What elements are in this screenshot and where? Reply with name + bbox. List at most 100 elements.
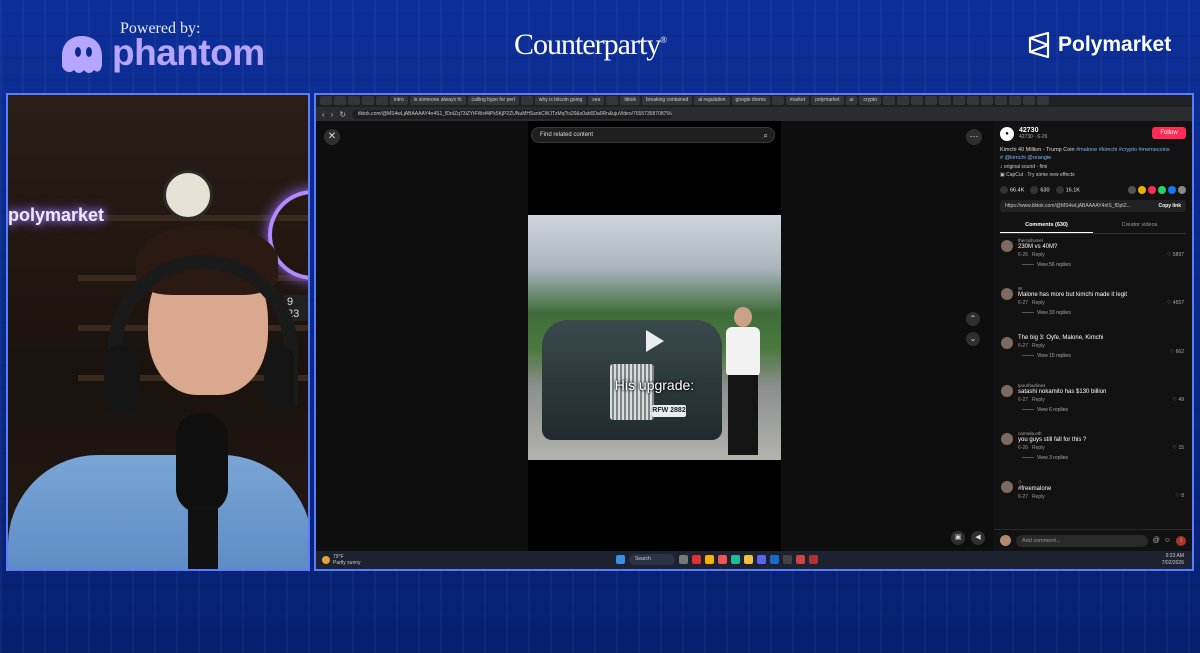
search-icon[interactable]: ⌕: [764, 129, 768, 143]
mention-icon[interactable]: @: [1153, 537, 1160, 544]
app-icon[interactable]: [809, 555, 818, 564]
whatsapp-icon[interactable]: [1158, 186, 1166, 194]
search-input[interactable]: Find related content ⌕: [531, 127, 775, 143]
browser-tab[interactable]: [376, 96, 388, 105]
tab-comments[interactable]: Comments (630): [1000, 218, 1093, 233]
browser-tab[interactable]: [981, 96, 994, 105]
copy-link-button[interactable]: Copy link: [1153, 203, 1186, 209]
edge-icon[interactable]: [731, 555, 740, 564]
embed-icon[interactable]: [1128, 186, 1136, 194]
reply-button[interactable]: Reply: [1032, 300, 1045, 306]
comment-likes[interactable]: ♡ 5897: [1167, 252, 1184, 258]
author-name[interactable]: 42730: [1019, 127, 1047, 134]
browser-tab[interactable]: market: [785, 96, 810, 105]
browser-tab[interactable]: [334, 96, 346, 105]
volume-icon[interactable]: ◀: [971, 531, 985, 545]
commenter-avatar[interactable]: [1001, 481, 1013, 493]
comment-button[interactable]: 630: [1030, 186, 1050, 194]
browser-tab[interactable]: [348, 96, 360, 105]
capcut-link[interactable]: ▣ CapCut · Try some new effects: [1000, 172, 1186, 178]
share-icon[interactable]: [1138, 186, 1146, 194]
browser-tab[interactable]: [939, 96, 952, 105]
previous-video-icon[interactable]: ⌃: [966, 312, 980, 326]
browser-tab[interactable]: calling bypo for perl: [467, 96, 519, 105]
tab-creator-videos[interactable]: Creator videos: [1093, 218, 1186, 233]
browser-tab[interactable]: [897, 96, 910, 105]
reply-button[interactable]: Reply: [1032, 343, 1045, 349]
miniplayer-icon[interactable]: ▣: [951, 531, 965, 545]
browser-tab[interactable]: [520, 96, 533, 105]
forward-arrow-icon[interactable]: ›: [331, 110, 334, 119]
browser-tab[interactable]: [1023, 96, 1036, 105]
browser-tab[interactable]: polymarket: [811, 96, 844, 105]
chrome-icon[interactable]: [705, 555, 714, 564]
browser-tab[interactable]: [925, 96, 938, 105]
taskbar-search[interactable]: Search: [629, 554, 675, 565]
comment-likes[interactable]: ♡ 662: [1170, 349, 1184, 355]
view-replies-button[interactable]: View 15 replies: [1022, 353, 1186, 359]
system-clock[interactable]: 9:23 AM 7/02/2026: [1162, 553, 1184, 567]
description-hashtags[interactable]: #malone #kimchi #crypto #memecoins: [1076, 147, 1170, 153]
browser-tab[interactable]: [1009, 96, 1022, 105]
browser-tab[interactable]: sea: [588, 96, 605, 105]
browser-tab[interactable]: google dorms: [731, 96, 770, 105]
browser-tab[interactable]: [911, 96, 924, 105]
browser-tab[interactable]: ai regulation: [694, 96, 730, 105]
view-replies-button[interactable]: View 33 replies: [1022, 310, 1186, 316]
app-icon[interactable]: [718, 555, 727, 564]
browser-tab[interactable]: [320, 96, 332, 105]
commenter-avatar[interactable]: [1001, 288, 1013, 300]
browser-tab[interactable]: [771, 96, 784, 105]
emoji-icon[interactable]: ☺: [1164, 537, 1171, 544]
folder-icon[interactable]: [744, 555, 753, 564]
commenter-avatar[interactable]: [1001, 385, 1013, 397]
save-button[interactable]: 16.1K: [1055, 186, 1080, 194]
browser-tab[interactable]: [362, 96, 374, 105]
browser-tab[interactable]: [1037, 96, 1050, 105]
like-button[interactable]: 66.4K: [1000, 186, 1024, 194]
app-icon[interactable]: [692, 555, 701, 564]
play-icon[interactable]: [646, 330, 664, 352]
reply-button[interactable]: Reply: [1032, 445, 1045, 451]
discord-icon[interactable]: [757, 555, 766, 564]
commenter-avatar[interactable]: [1001, 433, 1013, 445]
browser-tab[interactable]: why is bitcoin going: [534, 96, 587, 105]
send-icon[interactable]: [1148, 186, 1156, 194]
video-player[interactable]: RFW 2882 His upgrade:: [528, 215, 781, 460]
weather-widget[interactable]: 79°F Partly sunny: [322, 554, 361, 566]
browser-tab[interactable]: [967, 96, 980, 105]
task-view-icon[interactable]: [679, 555, 688, 564]
app-icon[interactable]: [783, 555, 792, 564]
browser-tab[interactable]: intro: [390, 96, 408, 105]
view-replies-button[interactable]: View 3 replies: [1022, 455, 1186, 461]
follow-button[interactable]: Follow: [1152, 127, 1186, 139]
reload-icon[interactable]: ↻: [339, 110, 346, 119]
share-link-field[interactable]: https://www.tiktok.com/@MS4wLjABAAAAY4nl…: [1005, 203, 1153, 209]
sound-label[interactable]: ♪ original sound - fimi: [1000, 164, 1186, 170]
next-video-icon[interactable]: ⌄: [966, 332, 980, 346]
browser-tab[interactable]: ai: [845, 96, 858, 105]
send-comment-icon[interactable]: ↑: [1176, 535, 1186, 546]
more-options-icon[interactable]: ⋯: [966, 129, 982, 145]
browser-tab[interactable]: [995, 96, 1008, 105]
commenter-name[interactable]: carmela.eth: [1018, 431, 1186, 436]
reply-button[interactable]: Reply: [1032, 397, 1045, 403]
comment-likes[interactable]: ♡ 49: [1173, 397, 1184, 403]
commenter-avatar[interactable]: [1001, 337, 1013, 349]
browser-tab[interactable]: breaking contained: [642, 96, 693, 105]
commenter-name[interactable]: W: [1018, 286, 1186, 291]
browser-tab[interactable]: [953, 96, 966, 105]
back-arrow-icon[interactable]: ‹: [322, 110, 325, 119]
app-icon[interactable]: [796, 555, 805, 564]
view-replies-button[interactable]: View 56 replies: [1022, 262, 1186, 268]
browser-tab[interactable]: [606, 96, 619, 105]
windows-start-icon[interactable]: [616, 555, 625, 564]
browser-tab[interactable]: tiktok: [620, 96, 640, 105]
commenter-name[interactable]: ◇: [1018, 479, 1186, 485]
reply-button[interactable]: Reply: [1032, 252, 1045, 258]
commenter-name[interactable]: thecndromer: [1018, 238, 1186, 243]
add-comment-input[interactable]: Add comment...: [1016, 534, 1148, 547]
close-icon[interactable]: ✕: [324, 129, 340, 145]
app-icon[interactable]: [770, 555, 779, 564]
forward-icon[interactable]: [1178, 186, 1186, 194]
